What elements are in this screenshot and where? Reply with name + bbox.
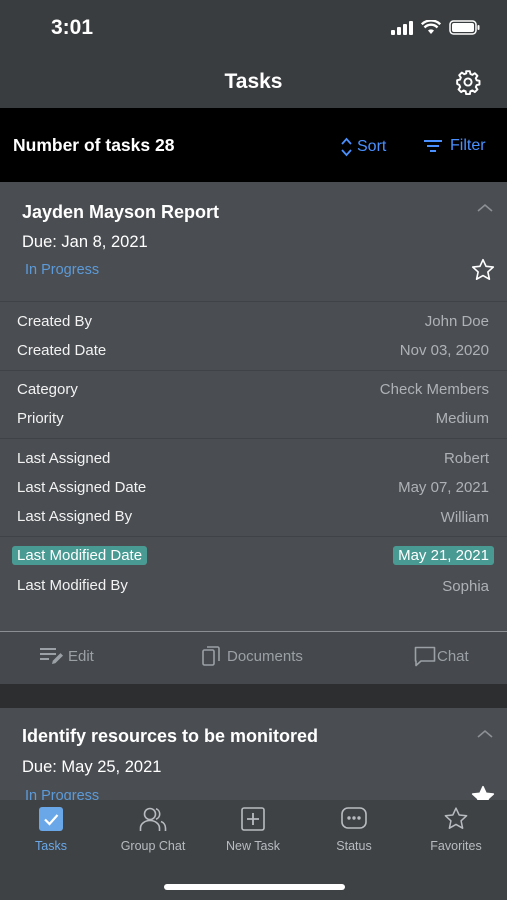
detail-label: Last Assigned By (17, 508, 133, 525)
clock: 3:01 (51, 16, 94, 39)
detail-label: Created Date (17, 342, 107, 359)
detail-value: Nov 03, 2020 (399, 342, 489, 359)
filter-button[interactable]: Filter (424, 137, 486, 155)
task-card[interactable]: Identify resources to be monitored Due: … (0, 708, 507, 800)
divider (0, 536, 507, 537)
task-due-date: Due: Jan 8, 2021 (22, 233, 148, 251)
gear-icon[interactable] (455, 69, 481, 95)
tab-group-chat[interactable]: Group Chat (103, 806, 203, 853)
tab-label: Favorites (430, 839, 482, 853)
edit-button[interactable]: Edit (40, 646, 94, 666)
tab-tasks[interactable]: Tasks (1, 806, 101, 853)
status-chat-icon (341, 807, 367, 829)
tab-label: Group Chat (120, 839, 186, 853)
tab-status[interactable]: Status (304, 806, 404, 853)
signal-icon (391, 20, 413, 35)
star-icon (444, 807, 468, 829)
detail-label: Last Assigned (17, 450, 111, 467)
task-count: Number of tasks 28 (13, 135, 175, 155)
detail-label: Last Modified By (17, 577, 128, 594)
favorite-star-icon[interactable] (470, 784, 496, 800)
edit-label: Edit (68, 647, 94, 665)
battery-icon (449, 20, 480, 35)
tab-label: Status (336, 839, 372, 853)
detail-value-highlighted: May 21, 2021 (393, 546, 494, 565)
plus-square-icon (241, 807, 265, 831)
home-indicator[interactable] (164, 884, 345, 890)
detail-value: Robert (443, 450, 489, 467)
divider (0, 370, 507, 371)
detail-value: John Doe (424, 313, 489, 330)
task-actions: Edit Documents Chat (0, 631, 507, 685)
tab-favorites[interactable]: Favorites (406, 806, 506, 853)
detail-label: Last Assigned Date (17, 479, 147, 496)
task-title: Jayden Mayson Report (22, 202, 220, 222)
detail-value: William (440, 509, 489, 526)
filter-label: Filter (450, 137, 486, 154)
sort-button[interactable]: Sort (341, 137, 386, 157)
tab-label: New Task (226, 839, 280, 853)
chat-button[interactable]: Chat (414, 646, 469, 667)
documents-label: Documents (227, 647, 303, 665)
detail-value: Sophia (442, 578, 489, 595)
tab-label: Tasks (35, 839, 67, 853)
chevron-up-icon[interactable] (476, 728, 494, 740)
sort-icon (341, 137, 352, 157)
status-bar: 3:01 (0, 0, 507, 58)
filter-icon (424, 140, 442, 152)
task-card[interactable]: Jayden Mayson Report Due: Jan 8, 2021 In… (0, 182, 507, 684)
sort-label: Sort (357, 138, 387, 155)
task-status: In Progress (25, 788, 100, 800)
task-status: In Progress (25, 262, 100, 278)
status-icons (391, 20, 481, 35)
detail-label: Priority (17, 410, 64, 427)
nav-bar: Tasks (0, 58, 507, 108)
divider (0, 438, 507, 439)
page-title: Tasks (224, 70, 283, 93)
detail-value: Check Members (379, 381, 489, 398)
divider (0, 301, 507, 302)
chat-label: Chat (437, 648, 469, 665)
checkbox-icon (39, 807, 63, 831)
detail-value: May 07, 2021 (398, 479, 489, 496)
documents-icon (202, 646, 220, 666)
chevron-up-icon[interactable] (476, 202, 494, 214)
people-icon (139, 807, 167, 831)
wifi-icon (421, 20, 441, 34)
tab-new-task[interactable]: New Task (203, 806, 303, 853)
detail-label: Category (17, 381, 78, 398)
task-title: Identify resources to be monitored (22, 726, 319, 746)
task-due-date: Due: May 25, 2021 (22, 758, 162, 776)
documents-button[interactable]: Documents (202, 646, 303, 666)
detail-label: Created By (17, 313, 93, 330)
detail-label-highlighted: Last Modified Date (12, 546, 148, 565)
favorite-star-icon[interactable] (470, 257, 496, 283)
chat-icon (414, 646, 436, 667)
edit-icon (40, 648, 63, 664)
detail-value: Medium (435, 410, 489, 427)
card-gap (0, 684, 507, 708)
task-toolbar: Number of tasks 28 Sort Filter (0, 108, 507, 182)
